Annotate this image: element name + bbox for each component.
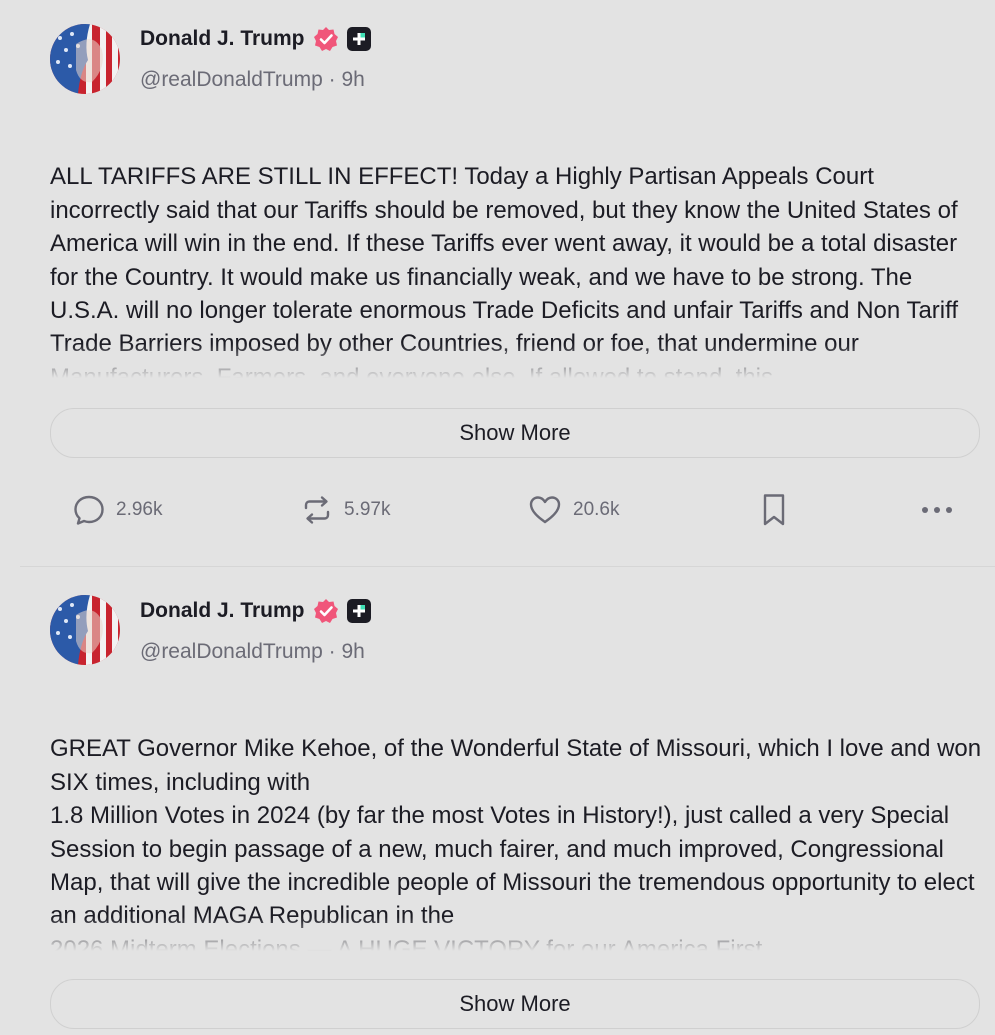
show-more-button[interactable]: Show More	[50, 408, 980, 458]
text-fade	[50, 917, 985, 957]
more-options-icon	[920, 505, 954, 515]
heart-icon	[527, 493, 563, 527]
author-name[interactable]: Donald J. Trump	[140, 27, 305, 51]
plus-badge-icon	[346, 27, 371, 51]
repost-icon	[300, 493, 334, 527]
show-more-button[interactable]: Show More	[50, 979, 980, 1029]
repost-button[interactable]: 5.97k	[300, 490, 390, 530]
feed: Donald J. Trump @realDonaldTrump · 9h AL…	[0, 0, 995, 1035]
post-actions: 2.96k 5.97k 20.6k	[50, 490, 985, 530]
like-count: 20.6k	[573, 499, 620, 520]
post-time[interactable]: 9h	[341, 640, 364, 663]
author-handle[interactable]: @realDonaldTrump	[140, 640, 323, 663]
repost-count: 5.97k	[344, 499, 391, 520]
separator-dot: ·	[328, 640, 336, 663]
author-name-row: Donald J. Trump	[140, 598, 371, 624]
author-name[interactable]: Donald J. Trump	[140, 599, 305, 623]
text-fade	[50, 344, 985, 384]
verified-badge-icon	[313, 598, 339, 624]
reply-count: 2.96k	[116, 499, 163, 520]
author-name-row: Donald J. Trump	[140, 26, 371, 52]
author-handle-row: @realDonaldTrump · 9h	[140, 640, 365, 664]
author-handle-row: @realDonaldTrump · 9h	[140, 68, 365, 92]
separator-dot: ·	[328, 68, 336, 91]
like-button[interactable]: 20.6k	[527, 490, 619, 530]
reply-icon	[72, 493, 106, 527]
more-options-button[interactable]	[920, 490, 954, 530]
post-text: ALL TARIFFS ARE STILL IN EFFECT! Today a…	[50, 127, 985, 384]
bookmark-button[interactable]	[758, 490, 790, 530]
bookmark-icon	[758, 492, 790, 528]
avatar[interactable]	[50, 24, 120, 94]
author-handle[interactable]: @realDonaldTrump	[140, 68, 323, 91]
avatar[interactable]	[50, 595, 120, 665]
reply-button[interactable]: 2.96k	[72, 490, 162, 530]
verified-badge-icon	[313, 26, 339, 52]
post-text: GREAT Governor Mike Kehoe, of the Wonder…	[50, 699, 985, 957]
plus-badge-icon	[346, 599, 371, 623]
post-time[interactable]: 9h	[341, 68, 364, 91]
